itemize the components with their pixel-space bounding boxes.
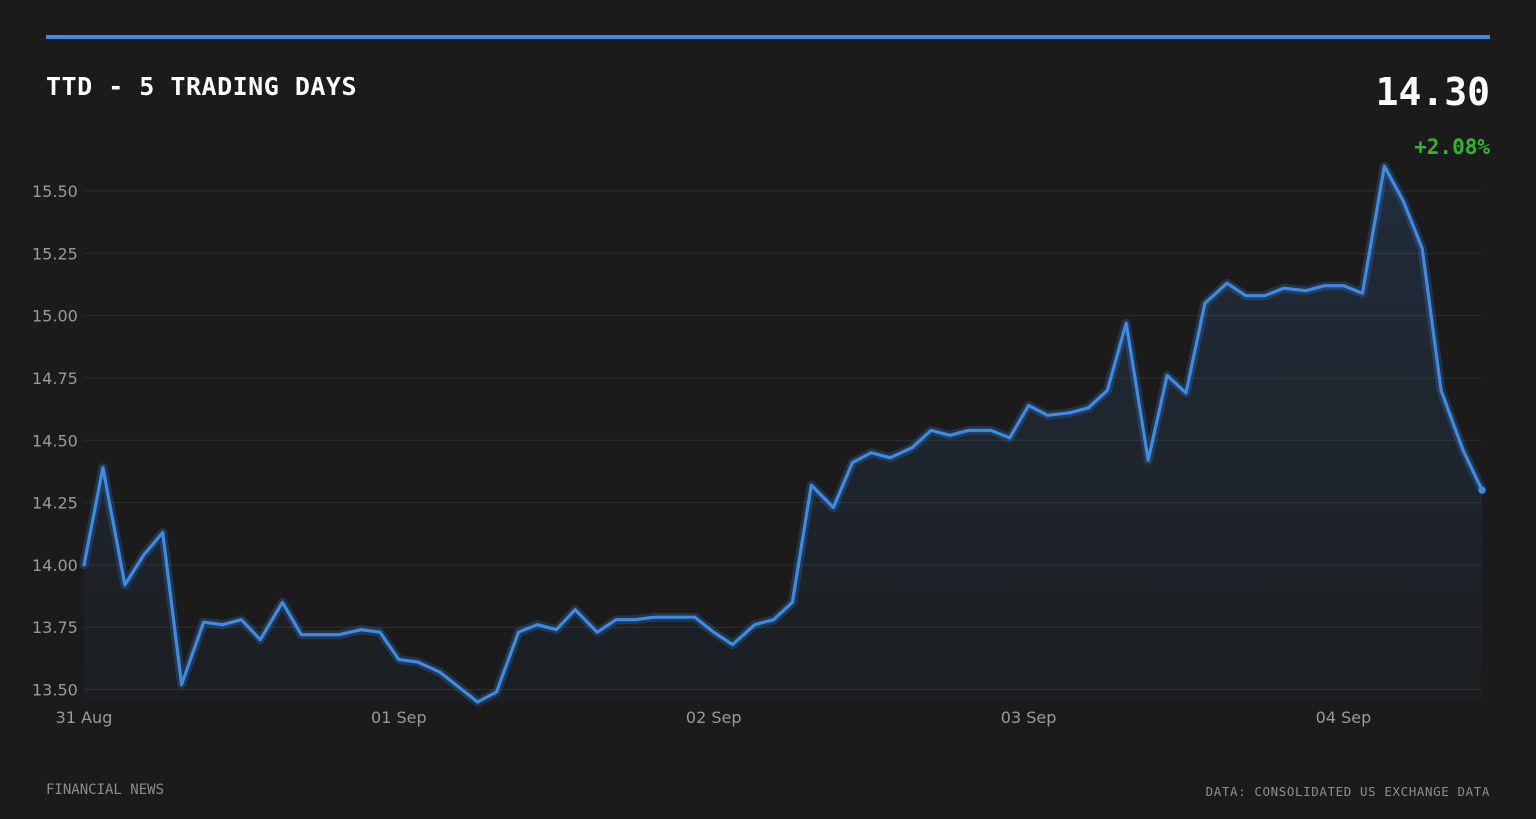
y-tick-label: 13.50 [32,681,78,700]
price-points [1478,486,1486,494]
y-tick-label: 14.25 [32,494,78,513]
y-tick-label: 15.00 [32,307,78,326]
footer-source-right: DATA: CONSOLIDATED US EXCHANGE DATA [1205,784,1490,799]
y-tick-label: 15.50 [32,182,78,201]
y-tick-label: 13.75 [32,618,78,637]
y-tick-label: 15.25 [32,244,78,263]
y-tick-label: 14.50 [32,431,78,450]
y-axis-tick-labels: 13.50 13.75 14.00 14.25 14.50 14.75 15.00 15.25… [32,182,78,700]
x-tick-label: 02 Sep [686,708,742,727]
x-axis-tick-labels: 31 Aug 01 Sep 02 Sep 03 Sep 04 Sep [56,708,1372,727]
footer-source-left: FINANCIAL NEWS [46,782,165,798]
y-tick-label: 14.00 [32,556,78,575]
y-tick-label: 14.75 [32,369,78,388]
x-tick-label: 31 Aug [56,708,113,727]
last-price-point [1478,486,1486,494]
x-tick-label: 04 Sep [1316,708,1372,727]
x-tick-label: 03 Sep [1001,708,1057,727]
price-chart: 13.50 13.75 14.00 14.25 14.50 14.75 15.00 15.25… [32,161,1487,727]
x-tick-label: 01 Sep [371,708,427,727]
